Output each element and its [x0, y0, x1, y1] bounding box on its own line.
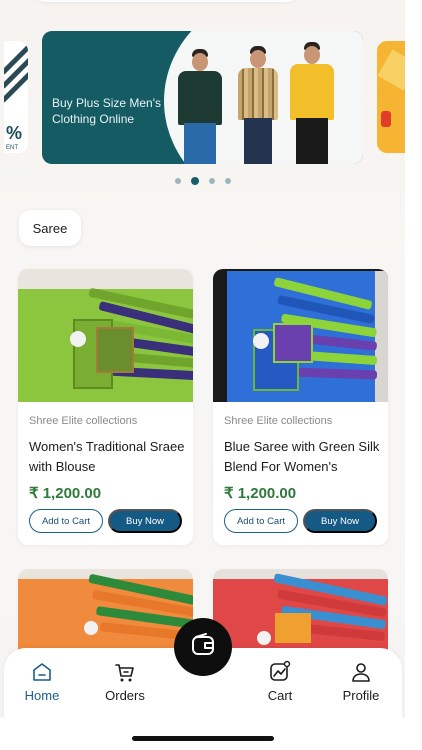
- nav-item-home[interactable]: Home: [12, 660, 72, 703]
- banner-previous-subtext: ENT: [6, 145, 18, 151]
- product-price: ₹ 1,200.00: [29, 485, 102, 502]
- banner-previous-partial[interactable]: % ENT: [4, 41, 28, 153]
- safe-area-bottom: [0, 718, 405, 750]
- product-card-partial[interactable]: [213, 569, 388, 659]
- product-image[interactable]: [18, 269, 193, 402]
- profile-icon: [349, 660, 373, 684]
- add-to-cart-button[interactable]: Add to Cart: [224, 509, 298, 533]
- banner-model-2: [235, 46, 281, 164]
- cart-chart-icon: [268, 660, 292, 684]
- nav-label-home: Home: [24, 688, 60, 703]
- nav-item-orders[interactable]: Orders: [95, 660, 155, 703]
- home-icon: [30, 660, 54, 684]
- category-chip-saree[interactable]: Saree: [19, 210, 81, 246]
- nav-item-profile[interactable]: Profile: [331, 660, 391, 703]
- banner-next-partial[interactable]: [377, 41, 405, 153]
- nav-label-cart: Cart: [267, 688, 293, 703]
- banner-decoration: [381, 111, 391, 127]
- carousel-dot-active[interactable]: [190, 177, 199, 185]
- carousel-dot[interactable]: [174, 178, 181, 184]
- nav-label-profile: Profile: [342, 688, 380, 703]
- product-card[interactable]: Shree Elite collections Blue Saree with …: [213, 269, 388, 545]
- product-title[interactable]: Blue Saree with Green Silk Blend For Wom…: [224, 437, 384, 477]
- add-to-cart-button[interactable]: Add to Cart: [29, 509, 103, 533]
- carousel-dot[interactable]: [224, 178, 231, 184]
- promo-banner[interactable]: Buy Plus Size Men's Clothing Online: [42, 31, 363, 164]
- product-card-partial[interactable]: [18, 569, 193, 659]
- orders-icon: [113, 660, 137, 684]
- home-indicator[interactable]: [132, 736, 274, 741]
- buy-now-button[interactable]: Buy Now: [303, 509, 377, 533]
- product-image[interactable]: [213, 269, 388, 402]
- buy-now-button[interactable]: Buy Now: [108, 509, 182, 533]
- carousel-dot[interactable]: [208, 178, 215, 184]
- product-title[interactable]: Women's Traditional Sraee with Blouse: [29, 437, 189, 477]
- nav-label-orders: Orders: [105, 688, 145, 703]
- wallet-icon: [189, 631, 217, 664]
- banner-model-1: [172, 49, 228, 164]
- banner-decoration: [377, 49, 405, 91]
- nav-item-cart[interactable]: Cart: [250, 660, 310, 703]
- product-brand: Shree Elite collections: [224, 415, 333, 427]
- banner-text: Buy Plus Size Men's Clothing Online: [52, 96, 162, 126]
- product-brand: Shree Elite collections: [29, 415, 138, 427]
- screen-edge: [405, 0, 422, 750]
- wallet-button[interactable]: [174, 618, 232, 676]
- banner-previous-text: %: [6, 123, 23, 143]
- carousel-indicator: [0, 177, 405, 185]
- search-bar-partial[interactable]: [28, 0, 304, 2]
- product-price: ₹ 1,200.00: [224, 485, 297, 502]
- product-card[interactable]: Shree Elite collections Women's Traditio…: [18, 269, 193, 545]
- banner-model-3: [286, 42, 338, 164]
- app-screen: % ENT Buy Plus Size Men's Clothing Onlin…: [0, 0, 405, 750]
